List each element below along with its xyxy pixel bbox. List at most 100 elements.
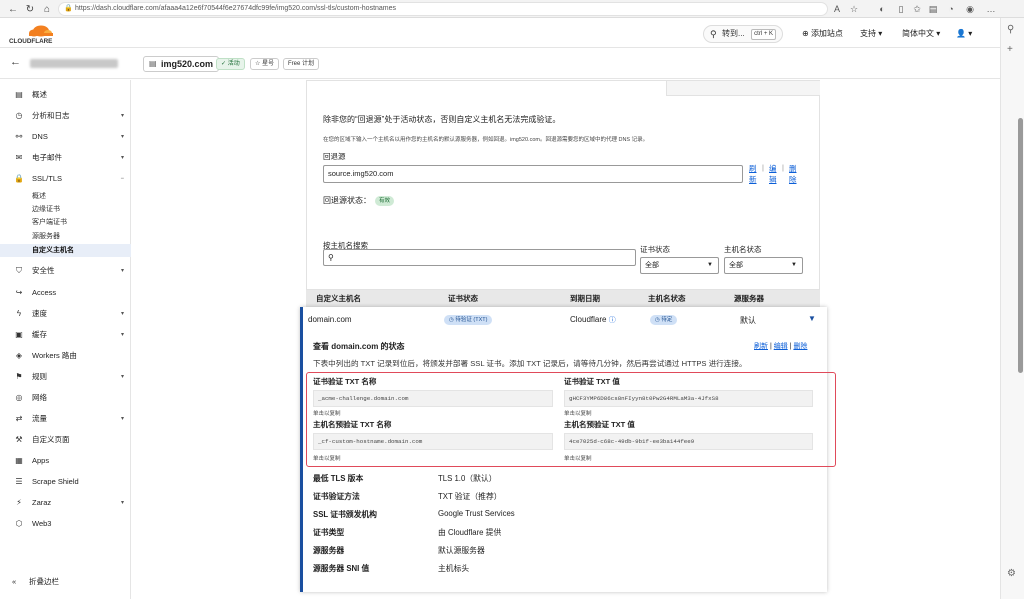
col-cert-status[interactable]: 证书状态 bbox=[448, 290, 478, 307]
sidebar-item-0[interactable]: ▤ 概述 bbox=[0, 87, 131, 103]
clock-icon: ◷ bbox=[449, 317, 454, 323]
star-button[interactable]: ☆ 星号 bbox=[250, 58, 280, 70]
ssl-subitem-2[interactable]: 客户端证书 bbox=[0, 216, 131, 229]
sidebar-item-label: 概述 bbox=[32, 90, 47, 99]
info-icon[interactable]: ⓘ bbox=[609, 317, 616, 324]
split-icon[interactable]: ▯ bbox=[894, 2, 908, 16]
col-hostname[interactable]: 自定义主机名 bbox=[316, 290, 361, 307]
sidebar: ▤ 概述 ◷ 分析和日志 ▾ ⚯ DNS ▾ ✉ 电子邮件 ▾ 🔒 SSL/TLS − ⛉ 安全性 ▾ ↪ Acce… bbox=[0, 80, 131, 599]
back-arrow-icon[interactable]: ← bbox=[10, 56, 21, 68]
sidebar-item-9[interactable]: ◈ Workers 路由 bbox=[0, 348, 131, 364]
detail-delete-link[interactable]: 删除 bbox=[793, 343, 807, 350]
fallback-edit-link[interactable]: 编辑 bbox=[769, 163, 779, 185]
ssl-subitem-0[interactable]: 概述 bbox=[0, 190, 131, 203]
sidebar-item-12[interactable]: ⇄ 流量 ▾ bbox=[0, 411, 131, 427]
caret-down-icon: ▾ bbox=[120, 155, 124, 161]
cert-status-select[interactable]: 全部 ▼ bbox=[640, 257, 719, 274]
settings-icon[interactable]: ⚙ bbox=[1007, 568, 1016, 579]
account-name-blurred[interactable] bbox=[30, 59, 118, 68]
cache-icon: ▣ bbox=[15, 330, 23, 339]
ssl-subitem-3[interactable]: 源服务器 bbox=[0, 230, 131, 243]
add-icon[interactable]: + bbox=[1007, 44, 1013, 55]
user-menu[interactable]: 👤 ▾ bbox=[956, 27, 972, 41]
read-aloud-icon[interactable]: A bbox=[830, 2, 844, 16]
language-menu[interactable]: 简体中文 ▾ bbox=[902, 27, 940, 41]
collapse-sidebar-button[interactable]: « 折叠边栏 bbox=[0, 574, 131, 590]
sidebar-item-2[interactable]: ⚯ DNS ▾ bbox=[0, 129, 131, 145]
hostname-search-input[interactable]: ⚲ bbox=[323, 249, 636, 266]
sidebar-item-label: 流量 bbox=[32, 414, 47, 423]
sidebar-item-14[interactable]: ▦ Apps bbox=[0, 453, 131, 469]
sidebar-item-4[interactable]: 🔒 SSL/TLS − bbox=[0, 171, 131, 187]
add-site-label: 添加站点 bbox=[810, 29, 843, 38]
extension-icon[interactable]: ◔ bbox=[944, 2, 958, 16]
sidebar-item-1[interactable]: ◷ 分析和日志 ▾ bbox=[0, 108, 131, 124]
zaraz-icon: ⚡ bbox=[16, 498, 22, 507]
sidebar-item-11[interactable]: ◎ 网络 bbox=[0, 390, 131, 406]
refresh-icon[interactable]: ↻ bbox=[22, 1, 38, 17]
host-status-badge: ◷ 待定 bbox=[650, 315, 678, 325]
host-status-select[interactable]: 全部 ▼ bbox=[724, 257, 803, 274]
prop-value: TLS 1.0（默认） bbox=[438, 474, 497, 483]
profile-icon[interactable]: ◉ bbox=[963, 2, 977, 16]
support-menu[interactable]: 支持 ▾ bbox=[860, 27, 882, 41]
browser-icon[interactable]: ◐ bbox=[875, 2, 889, 16]
detail-refresh-link[interactable]: 刷新 bbox=[754, 343, 768, 350]
browser-toolbar: ← ↻ ⌂ 🔒 https://dash.cloudflare.com/afaaa… bbox=[0, 0, 1024, 18]
goto-search-box[interactable]: ⚲ 转到... ctrl + K bbox=[703, 25, 783, 43]
col-host-status[interactable]: 主机名状态 bbox=[648, 290, 686, 307]
sidebar-item-17[interactable]: ⬡ Web3 bbox=[0, 516, 131, 532]
prop-key: SSL 证书颁发机构 bbox=[313, 510, 377, 519]
col-origin[interactable]: 源服务器 bbox=[734, 290, 764, 307]
sidebar-item-label: 分析和日志 bbox=[32, 111, 70, 120]
caret-down-icon: ▼ bbox=[707, 262, 713, 268]
add-site-button[interactable]: ⊕ 添加站点 bbox=[802, 27, 843, 41]
sidebar-item-5[interactable]: ⛉ 安全性 ▾ bbox=[0, 263, 131, 279]
sidebar-item-13[interactable]: ⚒ 自定义页面 bbox=[0, 432, 131, 448]
ssl-subitem-4[interactable]: 自定义主机名 bbox=[0, 244, 131, 257]
plan-label: Free 计划 bbox=[288, 61, 315, 67]
back-arrow-icon[interactable]: ← bbox=[5, 1, 21, 17]
ssl-subitem-1[interactable]: 边缘证书 bbox=[0, 203, 131, 216]
sidebar-item-label: 安全性 bbox=[32, 266, 55, 275]
search-icon[interactable]: ⚲ bbox=[1007, 24, 1014, 35]
star-label: 星号 bbox=[262, 61, 275, 67]
expand-caret-icon[interactable]: ▼ bbox=[808, 314, 816, 323]
sidebar-item-3[interactable]: ✉ 电子邮件 ▾ bbox=[0, 150, 131, 166]
favorites-icon[interactable]: ✩ bbox=[910, 2, 924, 16]
favorite-star-icon[interactable]: ☆ bbox=[847, 2, 861, 16]
sidebar-item-16[interactable]: ⚡ Zaraz ▾ bbox=[0, 495, 131, 511]
sidebar-item-15[interactable]: ☰ Scrape Shield bbox=[0, 474, 131, 490]
fallback-origin-input[interactable]: source.img520.com bbox=[323, 165, 743, 183]
home-icon[interactable]: ⌂ bbox=[39, 1, 55, 17]
col-expiry[interactable]: 到期日期 bbox=[570, 290, 600, 307]
prop-key: 证书验证方法 bbox=[313, 492, 360, 501]
globe-icon: ◎ bbox=[15, 393, 23, 402]
plan-pill[interactable]: Free 计划 bbox=[283, 58, 320, 70]
status-pill: ✓ 活动 bbox=[216, 58, 245, 70]
highlight-box bbox=[306, 372, 836, 467]
caret-down-icon: ▾ bbox=[120, 416, 124, 422]
sidebar-item-7[interactable]: ϟ 速度 ▾ bbox=[0, 306, 131, 322]
page-scrollbar[interactable] bbox=[1018, 30, 1024, 599]
lightning-icon: ϟ bbox=[16, 309, 22, 318]
caret-down-icon: ▾ bbox=[120, 500, 124, 506]
collections-icon[interactable]: ▤ bbox=[926, 2, 940, 16]
plus-circle-icon: ⊕ bbox=[802, 29, 809, 38]
caret-down-icon: ▼ bbox=[791, 262, 797, 268]
fallback-origin-panel: 除非您的“回退源”处于活动状态，否则自定义主机名无法完成验证。 在您的区域下输入… bbox=[306, 80, 820, 290]
fallback-status-label: 回退源状态： bbox=[323, 196, 371, 205]
zone-selector[interactable]: ▤ img520.com bbox=[143, 56, 220, 72]
more-menu-icon[interactable]: … bbox=[984, 2, 998, 16]
double-chevron-left-icon: « bbox=[12, 577, 17, 586]
detail-edit-link[interactable]: 编辑 bbox=[774, 343, 788, 350]
fallback-refresh-link[interactable]: 刷新 bbox=[749, 163, 759, 185]
address-bar[interactable]: 🔒 https://dash.cloudflare.com/afaaa4a12e6… bbox=[58, 2, 828, 16]
scrollbar-thumb[interactable] bbox=[1018, 118, 1023, 373]
sidebar-item-6[interactable]: ↪ Access bbox=[0, 285, 131, 301]
sidebar-item-8[interactable]: ▣ 缓存 ▾ bbox=[0, 327, 131, 343]
cloudflare-logo[interactable]: CLOUDFLARE bbox=[9, 23, 69, 45]
sidebar-item-10[interactable]: ⚑ 规则 ▾ bbox=[0, 369, 131, 385]
sidebar-item-label: DNS bbox=[32, 132, 48, 141]
fallback-delete-link[interactable]: 删除 bbox=[789, 163, 799, 185]
